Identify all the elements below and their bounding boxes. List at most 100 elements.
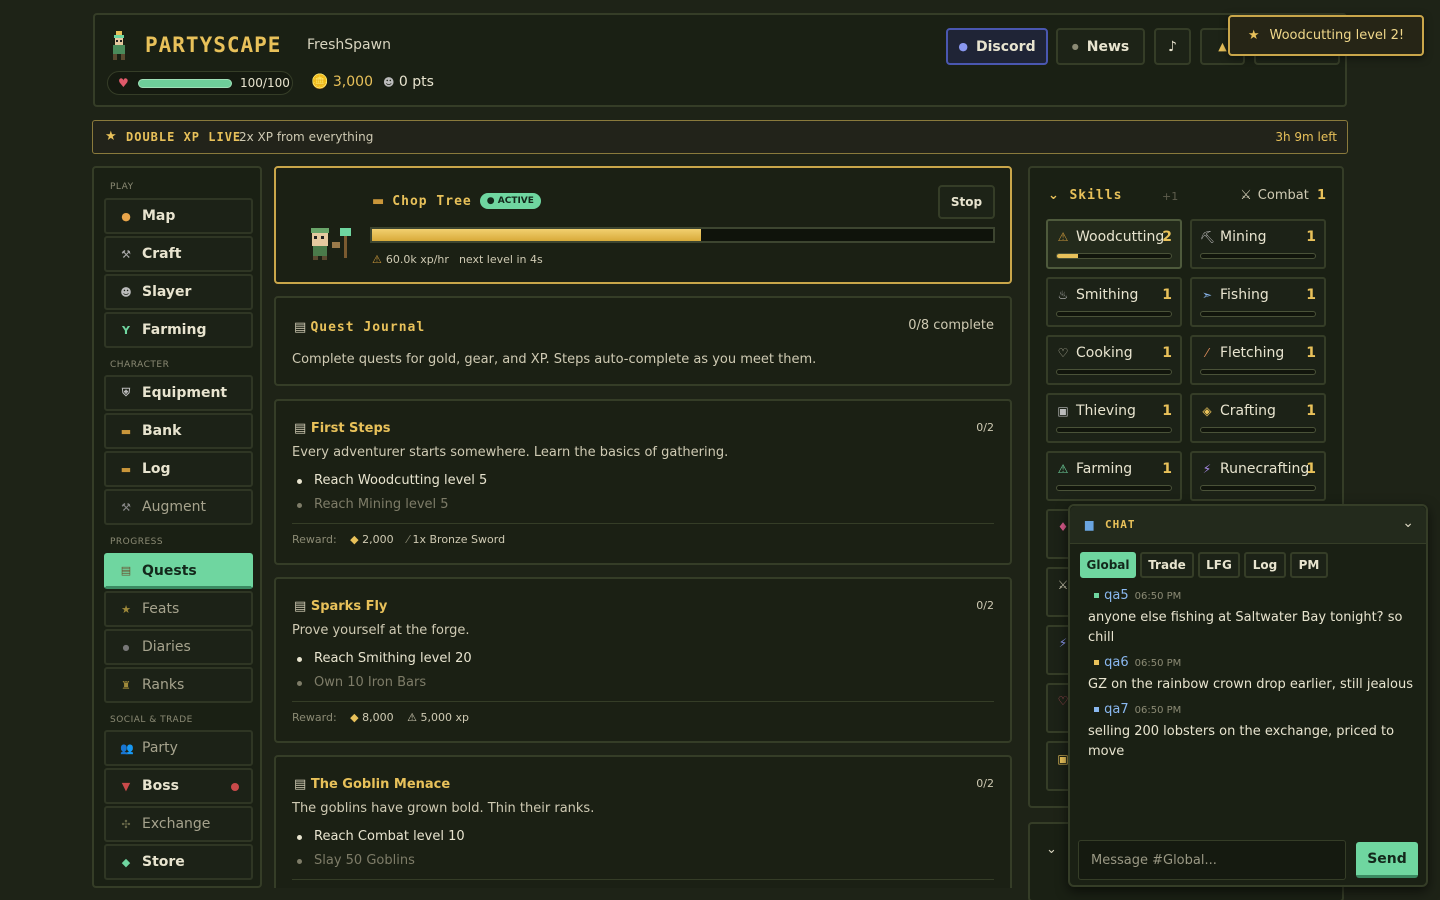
- user-dot-icon: [1094, 707, 1100, 712]
- quest-reward: Reward: ◆ 8,000 ⚠ 5,000 xp: [292, 711, 469, 724]
- quest-card[interactable]: ▤ Sparks Fly 0/2 Prove yourself at the f…: [274, 577, 1012, 743]
- news-button[interactable]: ● News: [1056, 28, 1145, 65]
- sidebar-item-store[interactable]: ◆ Store: [104, 844, 253, 880]
- chat-tab-lfg[interactable]: LFG: [1198, 552, 1240, 578]
- sidebar-item-slayer[interactable]: ☻ Slayer: [104, 274, 253, 310]
- divider: [292, 879, 994, 880]
- sidebar-item-party[interactable]: 👥 Party: [104, 730, 253, 766]
- music-toggle-button[interactable]: ♪: [1154, 28, 1191, 65]
- sidebar-item-craft[interactable]: ⚒ Craft: [104, 236, 253, 272]
- sidebar-item-label: Map: [142, 208, 176, 224]
- chat-username[interactable]: qa5: [1104, 588, 1129, 603]
- section-label-social: SOCIAL & TRADE: [110, 715, 193, 725]
- chat-message-input[interactable]: [1078, 840, 1346, 880]
- quest-card[interactable]: ▤ The Goblin Menace 0/2 The goblins have…: [274, 755, 1012, 888]
- discord-label: Discord: [976, 38, 1036, 55]
- skill-tile-crafting[interactable]: ◈ Crafting 1: [1190, 393, 1326, 443]
- active-badge: ● ACTIVE: [479, 193, 541, 209]
- sidebar-item-label: Farming: [142, 322, 207, 338]
- sidebar-item-label: Slayer: [142, 284, 192, 300]
- sidebar-item-label: Log: [142, 461, 171, 477]
- lock-icon: ▣: [1057, 404, 1069, 418]
- scroll-icon: ▤: [294, 777, 307, 792]
- skill-points: +1: [1162, 190, 1179, 203]
- chevron-down-icon[interactable]: ⌄: [1046, 842, 1057, 857]
- sidebar-item-label: Equipment: [142, 385, 228, 401]
- reward-label: Reward:: [292, 533, 337, 546]
- chevron-down-icon[interactable]: ⌄: [1402, 515, 1414, 531]
- skull-icon: ☻: [120, 285, 132, 299]
- banner-time-left: 3h 9m left: [1275, 130, 1337, 144]
- skill-progress-bar: [1200, 369, 1316, 375]
- chat-tab-pm[interactable]: PM: [1290, 552, 1328, 578]
- sword-icon: ⁄: [407, 533, 409, 546]
- chat-tab-global[interactable]: Global: [1080, 552, 1136, 578]
- chest-icon: ▬: [120, 424, 132, 438]
- skill-tile-cooking[interactable]: ♡ Cooking 1: [1046, 335, 1182, 385]
- news-dot-icon: ●: [1071, 42, 1079, 51]
- wand-icon: ⚒: [121, 500, 131, 514]
- skill-progress-bar: [1200, 253, 1316, 259]
- hp-value: 100/100: [240, 76, 290, 90]
- chat-send-button[interactable]: Send: [1356, 842, 1418, 878]
- woodcutter-avatar-icon: [311, 228, 351, 260]
- chat-message-text: anyone else fishing at Saltwater Bay ton…: [1088, 610, 1403, 645]
- quest-step: Reach Combat level 10: [297, 829, 465, 844]
- chat-timestamp: 06:50 PM: [1134, 705, 1182, 716]
- double-xp-banner: ★ DOUBLE XP LIVE 2x XP from everything 3…: [92, 120, 1348, 154]
- journal-title-text: Quest Journal: [310, 320, 426, 335]
- skill-tile-woodcutting[interactable]: ⚠ Woodcutting 2: [1046, 219, 1182, 269]
- chat-tab-log[interactable]: Log: [1244, 552, 1286, 578]
- skill-tile-fishing[interactable]: ➣ Fishing 1: [1190, 277, 1326, 327]
- axe-icon: ⚠: [1057, 230, 1069, 244]
- points-value: 0 pts: [398, 74, 434, 90]
- quest-step: Reach Mining level 5: [297, 497, 449, 512]
- journal-count: 0/8 complete: [908, 318, 994, 333]
- sprout-icon: Y: [122, 323, 130, 337]
- sidebar-item-boss[interactable]: ▼ Boss: [104, 768, 253, 804]
- chat-bubble-icon: ▆: [1085, 518, 1094, 531]
- skill-name: Crafting: [1220, 403, 1276, 419]
- quest-journal-card: ▤ Quest Journal 0/8 complete Complete qu…: [274, 296, 1012, 386]
- sidebar-item-map[interactable]: ● Map: [104, 198, 253, 234]
- sidebar-item-diaries[interactable]: ● Diaries: [104, 629, 253, 665]
- chat-username[interactable]: qa7: [1104, 702, 1129, 717]
- discord-button[interactable]: ● Discord: [946, 28, 1048, 65]
- sidebar-item-feats[interactable]: ★ Feats: [104, 591, 253, 627]
- sidebar-item-ranks[interactable]: ♜ Ranks: [104, 667, 253, 703]
- sidebar-item-label: Augment: [142, 499, 206, 515]
- skill-progress-bar: [1056, 311, 1172, 317]
- sidebar-item-bank[interactable]: ▬ Bank: [104, 413, 253, 449]
- banner-title: DOUBLE XP LIVE: [126, 130, 242, 144]
- section-label-character: CHARACTER: [110, 360, 170, 370]
- sidebar-item-equipment[interactable]: ⛨ Equipment: [104, 375, 253, 411]
- stop-button[interactable]: Stop: [938, 185, 995, 219]
- sidebar-item-farming[interactable]: Y Farming: [104, 312, 253, 348]
- skill-name: Fletching: [1220, 345, 1285, 361]
- skills-header-toggle[interactable]: ⌄ Skills: [1048, 188, 1122, 203]
- sidebar-item-exchange[interactable]: ✣ Exchange: [104, 806, 253, 842]
- skill-tile-fletching[interactable]: ⁄ Fletching 1: [1190, 335, 1326, 385]
- quest-progress: 0/2: [976, 599, 994, 612]
- skill-tile-runecrafting[interactable]: ⚡ Runecrafting 1: [1190, 451, 1326, 501]
- shield-icon: ⛨: [121, 386, 131, 399]
- chat-tab-trade[interactable]: Trade: [1140, 552, 1194, 578]
- skill-tile-farming[interactable]: ⚠ Farming 1: [1046, 451, 1182, 501]
- sidebar-item-label: Feats: [142, 601, 180, 617]
- quest-card[interactable]: ▤ First Steps 0/2 Every adventurer start…: [274, 399, 1012, 565]
- skill-tile-smithing[interactable]: ♨ Smithing 1: [1046, 277, 1182, 327]
- scales-icon: ✣: [121, 817, 131, 831]
- current-action-card: ▬ Chop Tree ● ACTIVE Stop ⚠ 60.0k xp/hr ne…: [274, 166, 1012, 284]
- skill-tile-mining[interactable]: ⛏ Mining 1: [1190, 219, 1326, 269]
- chat-username[interactable]: qa6: [1104, 655, 1129, 670]
- gold-counter: 🪙 3,000: [311, 74, 373, 90]
- sidebar-item-label: Ranks: [142, 677, 185, 693]
- sidebar-item-augment[interactable]: ⚒ Augment: [104, 489, 253, 525]
- sidebar-item-quests[interactable]: ▤ Quests: [104, 553, 253, 589]
- boss-alert-dot: [231, 783, 239, 791]
- skill-name: Woodcutting: [1076, 229, 1165, 245]
- sidebar-item-log[interactable]: ▬ Log: [104, 451, 253, 487]
- scroll-icon: ▤: [294, 599, 307, 614]
- skill-tile-thieving[interactable]: ▣ Thieving 1: [1046, 393, 1182, 443]
- gold-value: 3,000: [332, 74, 373, 90]
